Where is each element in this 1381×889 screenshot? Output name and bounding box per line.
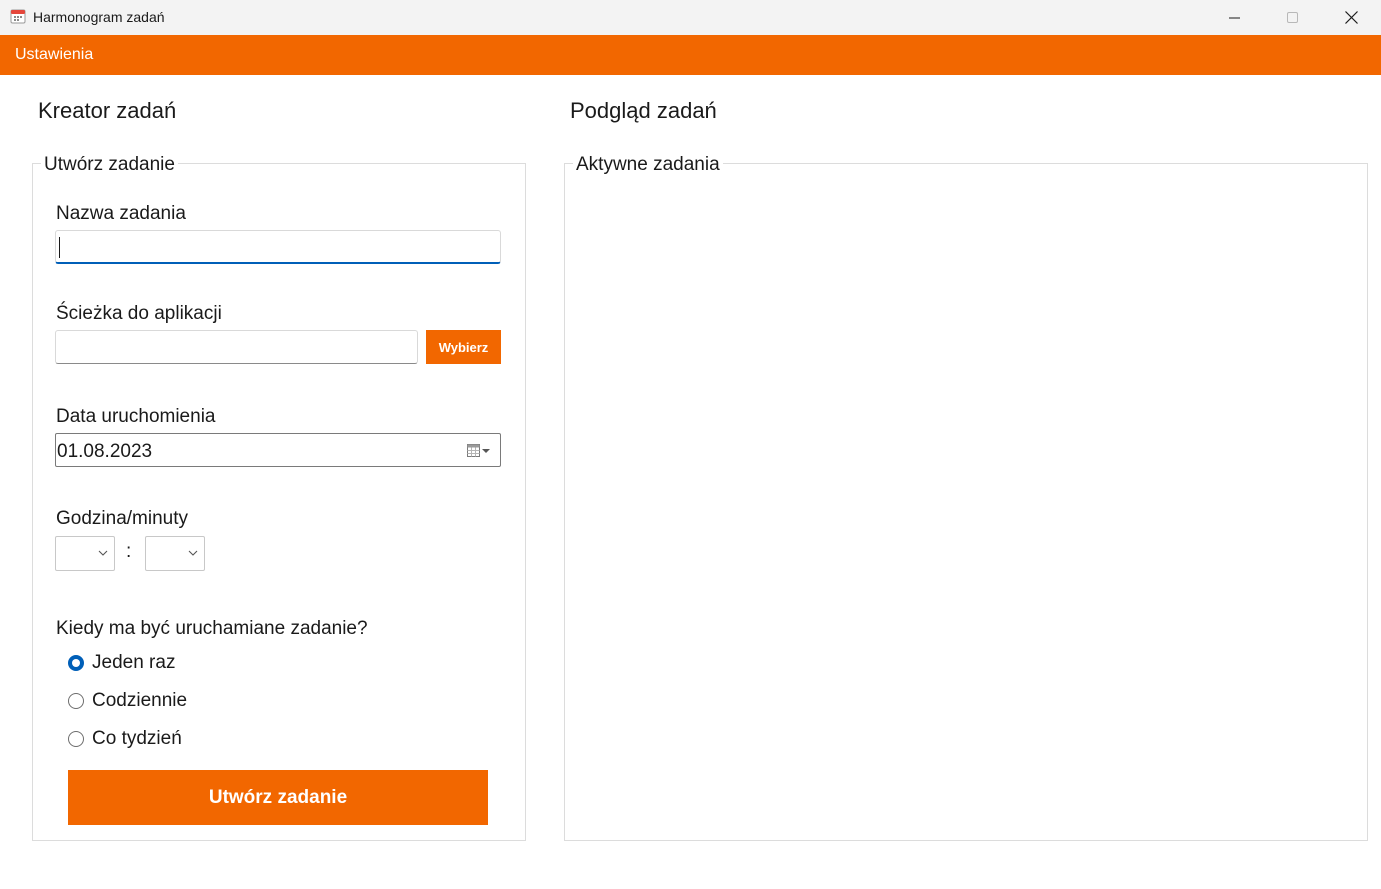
date-label: Data uruchomienia — [56, 406, 216, 427]
date-value: 01.08.2023 — [57, 441, 153, 462]
radio-button-checked[interactable] — [68, 655, 84, 671]
task-name-label: Nazwa zadania — [56, 203, 186, 224]
title-bar: Harmonogram zadań — [0, 0, 1381, 35]
date-picker[interactable]: 01.08.2023 — [55, 433, 501, 467]
chevron-down-icon — [98, 550, 108, 556]
creator-heading: Kreator zadań — [38, 98, 177, 123]
minute-select[interactable] — [145, 536, 205, 571]
active-tasks-group-title: Aktywne zadania — [573, 154, 723, 176]
maximize-button[interactable] — [1264, 0, 1322, 35]
maximize-icon — [1287, 11, 1298, 23]
window-title: Harmonogram zadań — [33, 9, 165, 25]
menu-item-settings[interactable]: Ustawienia — [15, 46, 93, 64]
radio-once-label: Jeden raz — [92, 652, 176, 673]
radio-button[interactable] — [68, 693, 84, 709]
minimize-button[interactable] — [1206, 0, 1264, 35]
close-button[interactable] — [1322, 0, 1380, 35]
frequency-label: Kiedy ma być uruchamiane zadanie? — [56, 618, 368, 639]
close-icon — [1344, 11, 1358, 24]
time-separator: : — [126, 541, 132, 562]
browse-button[interactable]: Wybierz — [426, 330, 501, 364]
radio-button[interactable] — [68, 731, 84, 747]
text-caret — [59, 237, 60, 258]
app-path-input[interactable] — [55, 330, 418, 364]
radio-weekly-label: Co tydzień — [92, 728, 182, 749]
active-tasks-group: Aktywne zadania — [564, 154, 1368, 841]
preview-heading: Podgląd zadań — [570, 98, 717, 123]
create-task-group-title: Utwórz zadanie — [41, 154, 178, 176]
minimize-icon — [1229, 17, 1240, 18]
radio-daily-label: Codziennie — [92, 690, 188, 711]
calendar-icon — [10, 9, 26, 24]
app-path-label: Ścieżka do aplikacji — [56, 303, 222, 324]
hour-select[interactable] — [55, 536, 115, 571]
chevron-down-icon — [188, 550, 198, 556]
calendar-dropdown-icon[interactable] — [467, 443, 493, 459]
task-name-input[interactable] — [55, 230, 501, 264]
menu-bar: Ustawienia — [0, 35, 1381, 75]
time-label: Godzina/minuty — [56, 508, 189, 529]
create-task-button[interactable]: Utwórz zadanie — [68, 770, 488, 825]
